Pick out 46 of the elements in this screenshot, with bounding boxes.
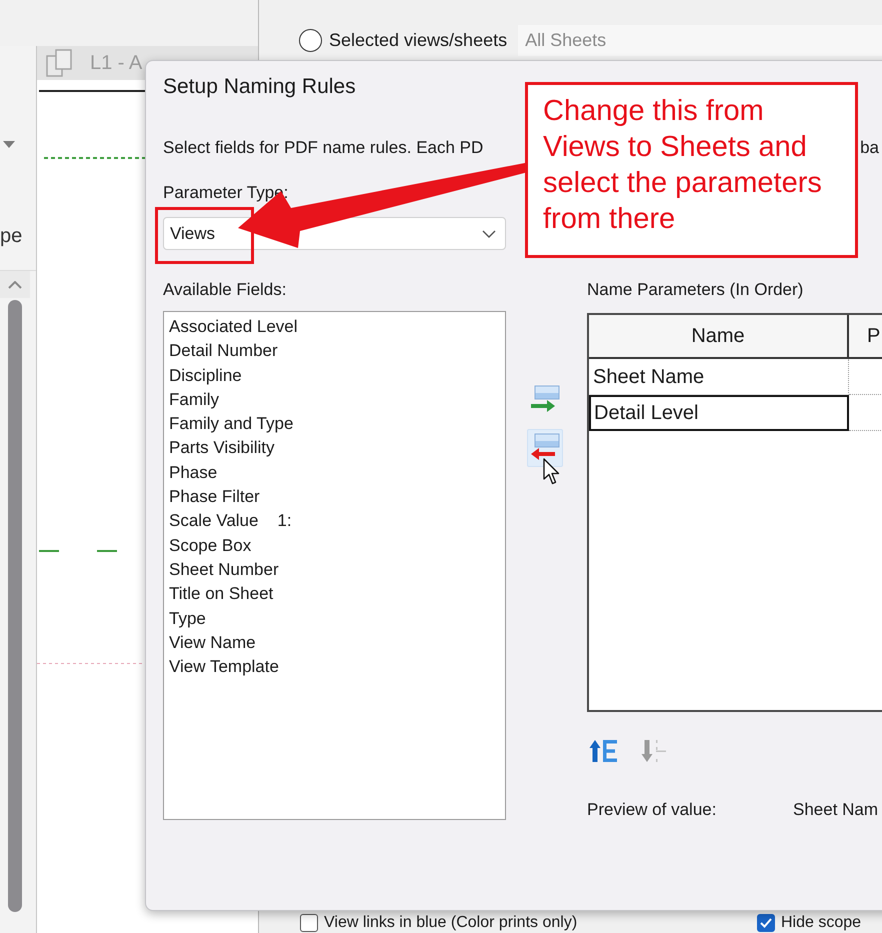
document-icon: [46, 49, 72, 77]
table-cell[interactable]: Sheet Name: [589, 359, 849, 395]
list-item[interactable]: View Name: [164, 630, 505, 656]
chevron-up-icon: [8, 280, 22, 288]
list-item[interactable]: Parts Visibility: [164, 436, 505, 461]
list-arrow-right-icon: [530, 385, 560, 415]
scrollbar-thumb[interactable]: [8, 300, 22, 912]
column-header: Name: [589, 315, 849, 357]
instruction-text: ba: [860, 137, 879, 159]
list-item[interactable]: Title on Sheet: [164, 582, 505, 607]
caret-icon[interactable]: [3, 141, 15, 148]
preview-value: Sheet Nam: [793, 799, 878, 821]
list-item[interactable]: Family: [164, 388, 505, 412]
list-item[interactable]: Sheet Number: [164, 558, 505, 582]
dialog-title: Setup Naming Rules: [163, 74, 356, 99]
list-item[interactable]: Family and Type: [164, 412, 505, 436]
list-item[interactable]: Scope Box: [164, 534, 505, 558]
list-item[interactable]: View Template: [164, 655, 505, 680]
instruction-text: Select fields for PDF name rules. Each PD: [163, 137, 484, 159]
list-item[interactable]: Scale Value 1:: [164, 509, 505, 534]
field-label: Available Fields:: [163, 279, 286, 301]
side-label: pe: [0, 224, 24, 248]
scroll-up-button[interactable]: [0, 271, 30, 298]
checkmark-icon: [760, 918, 772, 928]
checkbox-label: View links in blue (Color prints only): [324, 914, 578, 932]
checkbox-label: Hide scope: [781, 914, 862, 932]
chevron-down-icon: [482, 230, 496, 238]
column-header: P: [866, 324, 880, 348]
radio-button[interactable]: [299, 29, 322, 52]
checkbox[interactable]: [300, 914, 318, 932]
list-item[interactable]: Phase: [164, 460, 505, 486]
list-item[interactable]: Phase Filter: [164, 485, 505, 510]
field-label: Name Parameters (In Order): [587, 279, 804, 301]
list-item[interactable]: Discipline: [164, 364, 505, 388]
list-item[interactable]: Type: [164, 606, 505, 631]
mouse-pointer-icon: [543, 458, 561, 486]
preview-label: Preview of value:: [587, 799, 716, 821]
checkbox[interactable]: [757, 914, 775, 932]
move-up-icon: [589, 737, 619, 765]
list-item[interactable]: Detail Number: [164, 339, 505, 364]
radio-label: Selected views/sheets: [329, 30, 508, 51]
remove-parameter-button[interactable]: [527, 429, 563, 467]
list-item[interactable]: Associated Level: [164, 315, 505, 340]
list-arrow-left-icon: [530, 433, 560, 463]
table-cell[interactable]: Detail Level: [589, 395, 849, 431]
annotation-callout: Change this from Views to Sheets and select the parameters from there: [525, 82, 858, 258]
